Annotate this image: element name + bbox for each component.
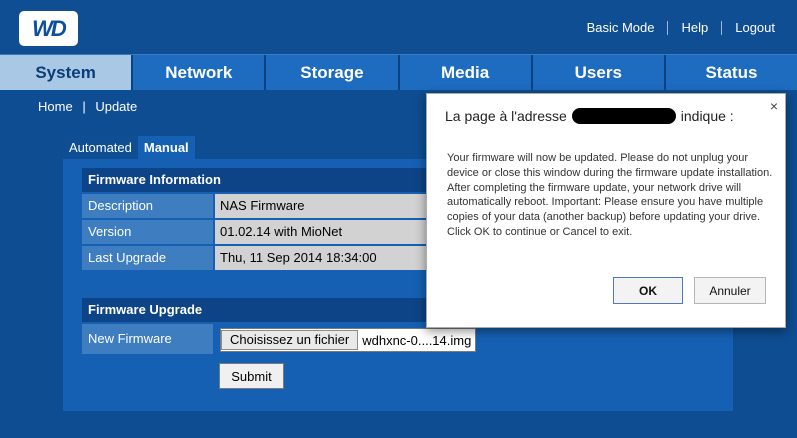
help-link[interactable]: Help <box>681 20 708 35</box>
breadcrumb-current[interactable]: Update <box>95 99 137 114</box>
cancel-button[interactable]: Annuler <box>694 277 766 304</box>
breadcrumb: Home | Update <box>38 99 137 114</box>
tab-network[interactable]: Network <box>133 55 267 90</box>
file-input[interactable]: Choisissez un fichier wdhxnc-0....14.img <box>220 328 477 352</box>
ok-button[interactable]: OK <box>613 277 683 304</box>
description-label: Description <box>82 194 213 218</box>
submit-button[interactable]: Submit <box>219 363 284 389</box>
tab-system[interactable]: System <box>0 55 134 90</box>
breadcrumb-home[interactable]: Home <box>38 99 73 114</box>
logo-text: WD <box>32 15 67 41</box>
link-divider <box>667 20 669 35</box>
wd-logo[interactable]: WD <box>19 11 78 46</box>
subtab-manual[interactable]: Manual <box>137 136 195 159</box>
update-subtabs: Automated Manual <box>63 136 195 159</box>
new-firmware-label: New Firmware <box>82 324 213 354</box>
logout-link[interactable]: Logout <box>735 20 775 35</box>
main-nav: System Network Storage Media Users Statu… <box>0 54 797 90</box>
top-links: Basic Mode Help Logout <box>587 20 775 35</box>
tab-users[interactable]: Users <box>532 55 666 90</box>
selected-file-name: wdhxnc-0....14.img <box>362 332 472 348</box>
breadcrumb-separator: | <box>82 99 86 114</box>
top-header: WD Basic Mode Help Logout <box>0 0 797 55</box>
redacted-address <box>571 108 676 124</box>
link-divider <box>721 20 723 35</box>
new-firmware-row: New Firmware Choisissez un fichier wdhxn… <box>82 324 733 354</box>
confirm-dialog: × La page à l'adresse indique : Your fir… <box>426 93 786 328</box>
basic-mode-link[interactable]: Basic Mode <box>587 20 655 35</box>
last-upgrade-label: Last Upgrade <box>82 246 213 270</box>
dialog-title-suffix: indique : <box>680 108 734 124</box>
dialog-title-prefix: La page à l'adresse <box>445 108 567 124</box>
choose-file-button[interactable]: Choisissez un fichier <box>221 330 359 350</box>
version-label: Version <box>82 220 213 244</box>
dialog-title: La page à l'adresse indique : <box>445 108 734 124</box>
close-icon[interactable]: × <box>770 98 778 114</box>
tab-media[interactable]: Media <box>399 55 533 90</box>
dialog-message: Your firmware will now be updated. Pleas… <box>447 152 773 238</box>
subtab-automated[interactable]: Automated <box>63 136 138 159</box>
tab-status[interactable]: Status <box>665 55 797 90</box>
tab-storage[interactable]: Storage <box>266 55 400 90</box>
